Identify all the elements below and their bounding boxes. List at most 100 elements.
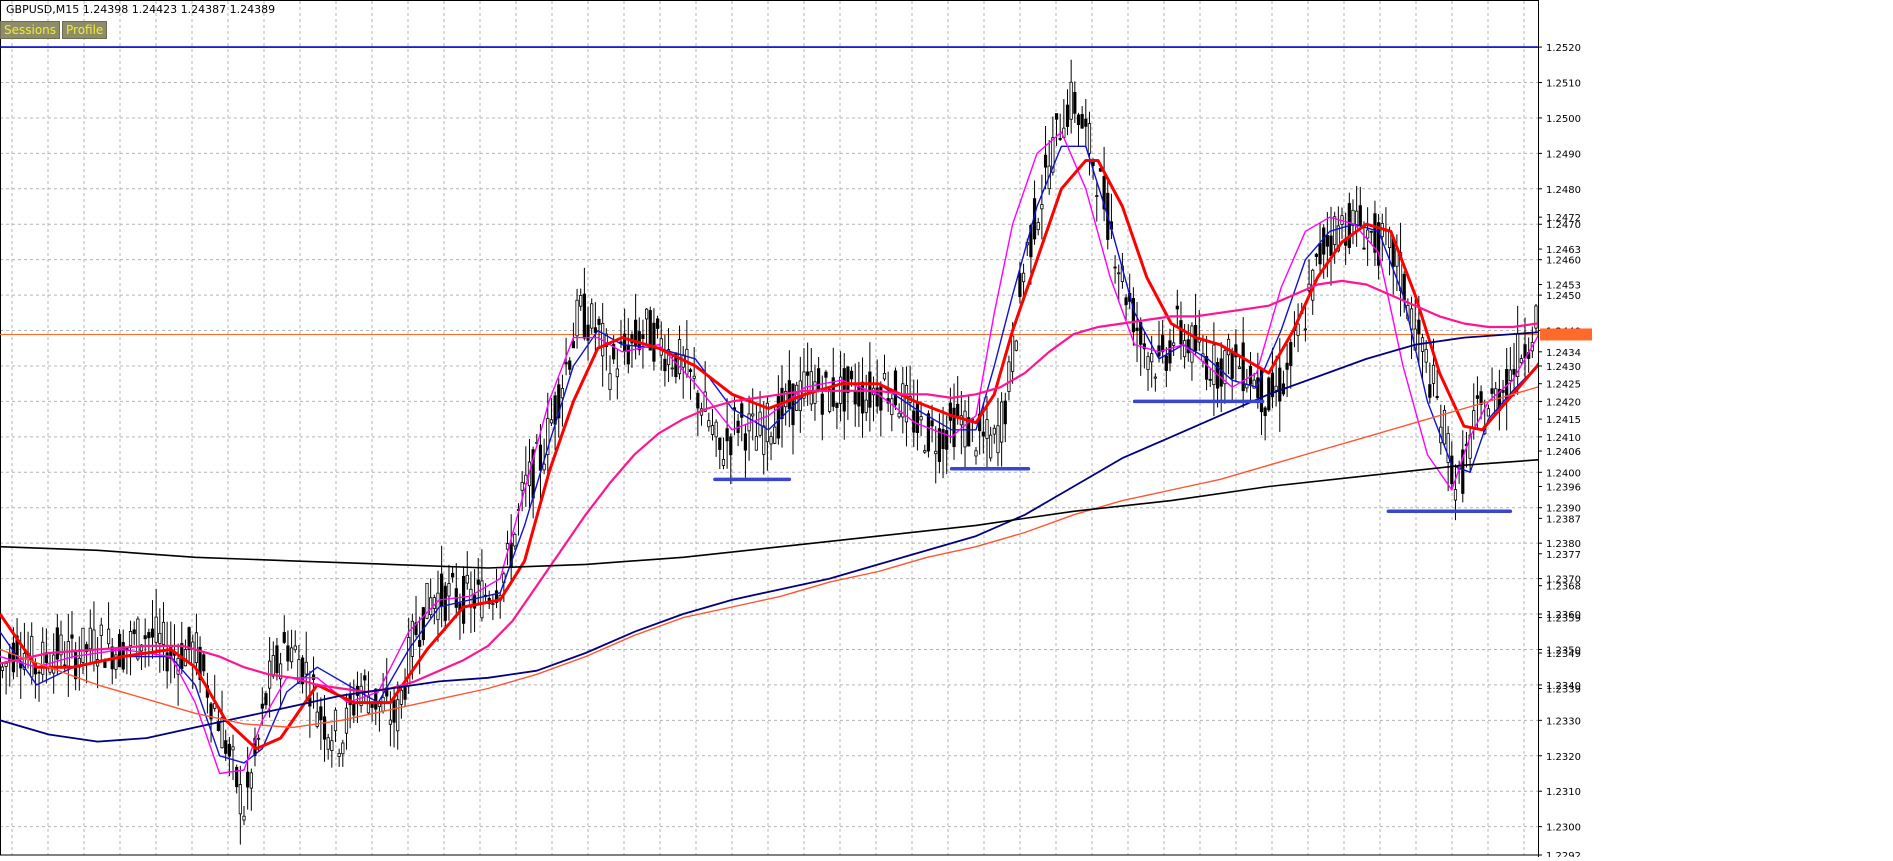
candle-body xyxy=(882,372,887,380)
candle-body xyxy=(787,380,791,409)
candle-body xyxy=(1014,340,1018,351)
candle-body xyxy=(1003,400,1007,425)
candle-body xyxy=(773,426,777,444)
candle-body xyxy=(41,641,45,675)
price-label: 1.2420 xyxy=(1546,397,1581,408)
profile-button[interactable]: Profile xyxy=(62,21,108,39)
candle-body xyxy=(520,482,524,491)
candle-body xyxy=(242,815,246,821)
candle-body xyxy=(1278,367,1282,402)
candle-body xyxy=(55,627,59,660)
candle-body xyxy=(655,318,660,329)
candle-body xyxy=(1113,266,1117,269)
candle-body xyxy=(227,743,231,757)
candle-body xyxy=(1164,355,1168,371)
candle-body xyxy=(864,399,868,413)
candle-body xyxy=(641,334,645,339)
candle-body xyxy=(70,634,74,639)
candle-body xyxy=(128,631,133,647)
price-label: 1.2480 xyxy=(1546,185,1581,196)
price-label: 1.2349 xyxy=(1546,649,1581,660)
price-axis-background xyxy=(1539,0,1893,857)
candle-body xyxy=(491,603,495,606)
candle-body xyxy=(1223,350,1227,385)
candle-body xyxy=(718,437,722,450)
candle-body xyxy=(66,641,70,667)
candle-body xyxy=(1322,227,1326,255)
price-label: 1.2368 xyxy=(1546,582,1581,593)
candle-body xyxy=(249,772,253,789)
candle-body xyxy=(952,407,956,448)
price-label: 1.2500 xyxy=(1546,114,1581,125)
candle-body xyxy=(590,303,594,329)
price-label: 1.2510 xyxy=(1546,79,1581,90)
candle-body xyxy=(981,431,985,437)
price-chart[interactable]: 1.25201.25101.25001.24901.24801.24721.24… xyxy=(0,0,1893,861)
candle-body xyxy=(820,393,824,415)
candle-body xyxy=(1183,340,1187,358)
candle-body xyxy=(948,402,952,421)
candle-body xyxy=(809,371,813,405)
candle-body xyxy=(1172,342,1176,346)
candle-body xyxy=(1428,384,1432,398)
candle-body xyxy=(1296,323,1300,336)
candle-body xyxy=(337,752,341,757)
candle-body xyxy=(919,416,923,421)
candle-body xyxy=(11,642,16,673)
candle-body xyxy=(696,392,700,409)
price-label: 1.2320 xyxy=(1546,752,1581,763)
candle-body xyxy=(388,719,393,725)
candle-body xyxy=(941,429,945,450)
candle-body xyxy=(963,410,967,448)
price-label: 1.2425 xyxy=(1546,380,1581,391)
candle-body xyxy=(106,628,111,645)
candle-body xyxy=(1036,222,1040,231)
candle-body xyxy=(381,696,385,712)
candle-body xyxy=(271,655,275,677)
candle-body xyxy=(915,401,920,433)
candle-body xyxy=(1219,358,1223,387)
candle-body xyxy=(1472,410,1476,429)
candle-body xyxy=(1204,356,1209,380)
candle-body xyxy=(926,413,931,452)
sessions-button[interactable]: Sessions xyxy=(0,21,61,39)
candle-body xyxy=(762,425,766,455)
candle-body xyxy=(421,607,425,641)
price-label: 1.2396 xyxy=(1546,482,1581,493)
candle-body xyxy=(1424,349,1428,363)
price-label: 1.2339 xyxy=(1546,684,1581,695)
candle-body xyxy=(1314,253,1318,257)
candle-body xyxy=(392,699,396,723)
horizontal-lines xyxy=(0,46,1598,335)
candle-body xyxy=(88,627,92,650)
candle-body xyxy=(930,420,934,427)
candle-body xyxy=(1486,408,1490,417)
candle-body xyxy=(1358,205,1362,226)
chart-area[interactable]: 1.2520 1.2510 1.2500 1.2490 1.2480 1.2472 1.24… xyxy=(0,0,1893,861)
candle-body xyxy=(1150,353,1154,363)
candle-body xyxy=(1065,104,1070,127)
candle-body xyxy=(1490,388,1494,394)
candle-body xyxy=(937,428,942,462)
candle-body xyxy=(571,341,576,349)
candle-body xyxy=(721,459,726,466)
candle-body xyxy=(282,632,286,643)
candle-body xyxy=(293,645,297,651)
candle-body xyxy=(1248,365,1253,385)
candle-body xyxy=(974,450,978,457)
candle-body xyxy=(835,402,839,408)
candle-body xyxy=(161,621,166,645)
candle-body xyxy=(945,430,949,450)
candle-body xyxy=(608,373,612,390)
candle-body xyxy=(1417,319,1421,334)
candle-body xyxy=(319,706,323,721)
price-label: 1.2292 xyxy=(1546,851,1581,857)
candle-body xyxy=(751,413,755,417)
candle-body xyxy=(582,293,586,339)
candle-body xyxy=(857,386,861,407)
candle-body xyxy=(1179,320,1183,345)
price-label: 1.2380 xyxy=(1546,539,1581,550)
current-price-box xyxy=(1540,328,1592,341)
candle-body xyxy=(1450,455,1454,485)
candle-body xyxy=(260,703,264,709)
